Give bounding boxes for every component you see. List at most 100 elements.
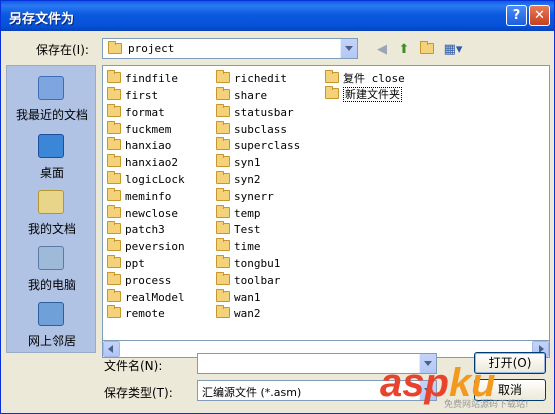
save-in-label: 保存在(I): <box>36 43 89 57</box>
list-item[interactable]: remote <box>107 305 165 321</box>
place-my-documents[interactable]: 我的文档 <box>7 186 97 242</box>
folder-icon <box>107 255 121 268</box>
folder-icon <box>216 255 230 268</box>
list-item[interactable]: first <box>107 87 158 103</box>
folder-icon <box>216 70 230 83</box>
new-folder-rename-field[interactable]: 新建文件夹 <box>325 86 402 102</box>
folder-icon <box>216 238 230 251</box>
desktop-icon <box>38 134 64 158</box>
folder-icon <box>107 121 121 134</box>
list-item[interactable]: time <box>216 238 261 254</box>
list-item[interactable]: syn1 <box>216 154 261 170</box>
list-item[interactable]: subclass <box>216 121 287 137</box>
folder-icon <box>107 221 121 234</box>
list-item[interactable]: ppt <box>107 255 145 271</box>
window-title: 另存文件为 <box>9 12 75 27</box>
list-item[interactable]: format <box>107 104 165 120</box>
folder-icon <box>107 171 121 184</box>
filetype-label: 保存类型(T): <box>104 386 173 400</box>
save-in-select[interactable]: project <box>102 38 358 59</box>
list-item[interactable]: toolbar <box>216 272 280 288</box>
new-folder-icon[interactable] <box>418 41 436 59</box>
folder-icon <box>107 238 121 251</box>
network-places-icon <box>38 302 64 326</box>
list-item[interactable]: logicLock <box>107 171 185 187</box>
folder-icon <box>107 205 121 218</box>
list-item[interactable]: meminfo <box>107 188 171 204</box>
place-label: 网上邻居 <box>27 334 76 348</box>
watermark-tagline: 免费网站源码下载站! <box>444 400 529 410</box>
list-item[interactable]: 复件 close <box>325 70 405 86</box>
list-item[interactable]: tongbu1 <box>216 255 280 271</box>
place-label: 我的电脑 <box>27 278 76 292</box>
up-folder-icon[interactable]: ⬆ <box>395 41 413 59</box>
list-item[interactable]: findfile <box>107 70 178 86</box>
folder-icon <box>216 104 230 117</box>
help-button[interactable]: ? <box>506 5 527 26</box>
filename-label: 文件名(N): <box>104 359 163 373</box>
list-item[interactable]: patch3 <box>107 221 165 237</box>
list-item[interactable]: share <box>216 87 267 103</box>
list-item[interactable]: richedit <box>216 70 287 86</box>
list-item[interactable]: peversion <box>107 238 185 254</box>
view-menu-icon[interactable]: ▦▾ <box>442 41 464 59</box>
folder-icon <box>107 154 121 167</box>
list-item[interactable]: synerr <box>216 188 274 204</box>
chevron-down-icon[interactable] <box>340 39 357 58</box>
recent-documents-icon <box>38 76 64 100</box>
list-item[interactable]: realModel <box>107 289 185 305</box>
title-bar[interactable]: 另存文件为 ? ✕ <box>1 1 554 31</box>
place-recent[interactable]: 我最近的文档 <box>7 72 97 128</box>
list-item[interactable]: process <box>107 272 171 288</box>
folder-icon <box>107 272 121 285</box>
folder-icon <box>325 86 339 99</box>
my-computer-icon <box>38 246 64 270</box>
folder-icon <box>216 154 230 167</box>
place-label: 我最近的文档 <box>15 108 88 122</box>
place-label: 桌面 <box>39 166 64 180</box>
places-bar: 我最近的文档 桌面 我的文档 我的电脑 网上邻居 <box>6 65 96 353</box>
folder-icon <box>216 221 230 234</box>
folder-icon <box>107 104 121 117</box>
file-list[interactable]: findfile first format fuckmem hanxiao ha… <box>102 65 550 341</box>
list-item[interactable]: syn2 <box>216 171 261 187</box>
folder-icon <box>216 205 230 218</box>
filetype-value: 汇编源文件 (*.asm) <box>202 386 302 399</box>
list-item[interactable]: wan2 <box>216 305 261 321</box>
folder-icon <box>107 289 121 302</box>
folder-icon <box>107 305 121 318</box>
folder-icon <box>216 171 230 184</box>
folder-icon <box>216 289 230 302</box>
place-desktop[interactable]: 桌面 <box>7 130 97 186</box>
folder-icon <box>107 137 121 150</box>
place-network[interactable]: 网上邻居 <box>7 298 97 354</box>
folder-icon <box>216 137 230 150</box>
list-item[interactable]: temp <box>216 205 261 221</box>
save-in-value: project <box>128 42 175 55</box>
folder-icon <box>107 70 121 83</box>
my-documents-icon <box>38 190 64 214</box>
list-item[interactable]: statusbar <box>216 104 294 120</box>
close-button[interactable]: ✕ <box>529 5 550 26</box>
folder-icon <box>216 121 230 134</box>
folder-icon <box>216 188 230 201</box>
list-item[interactable]: Test <box>216 221 261 237</box>
place-label: 我的文档 <box>27 222 76 236</box>
list-item[interactable]: hanxiao <box>107 137 171 153</box>
scroll-left-button[interactable] <box>103 341 120 357</box>
folder-icon <box>107 188 121 201</box>
folder-icon <box>325 70 339 83</box>
folder-icon <box>216 272 230 285</box>
place-my-computer[interactable]: 我的电脑 <box>7 242 97 298</box>
save-as-dialog: 另存文件为 ? ✕ 保存在(I): project ◀ ⬆ ▦▾ 我最近的文档 … <box>0 0 555 414</box>
folder-icon <box>216 87 230 100</box>
list-item[interactable]: wan1 <box>216 289 261 305</box>
list-item[interactable]: newclose <box>107 205 178 221</box>
list-item[interactable]: hanxiao2 <box>107 154 178 170</box>
list-item[interactable]: superclass <box>216 137 300 153</box>
folder-icon <box>107 87 121 100</box>
back-icon[interactable]: ◀ <box>373 41 391 59</box>
folder-icon <box>216 305 230 318</box>
folder-icon <box>108 41 122 56</box>
list-item[interactable]: fuckmem <box>107 121 171 137</box>
